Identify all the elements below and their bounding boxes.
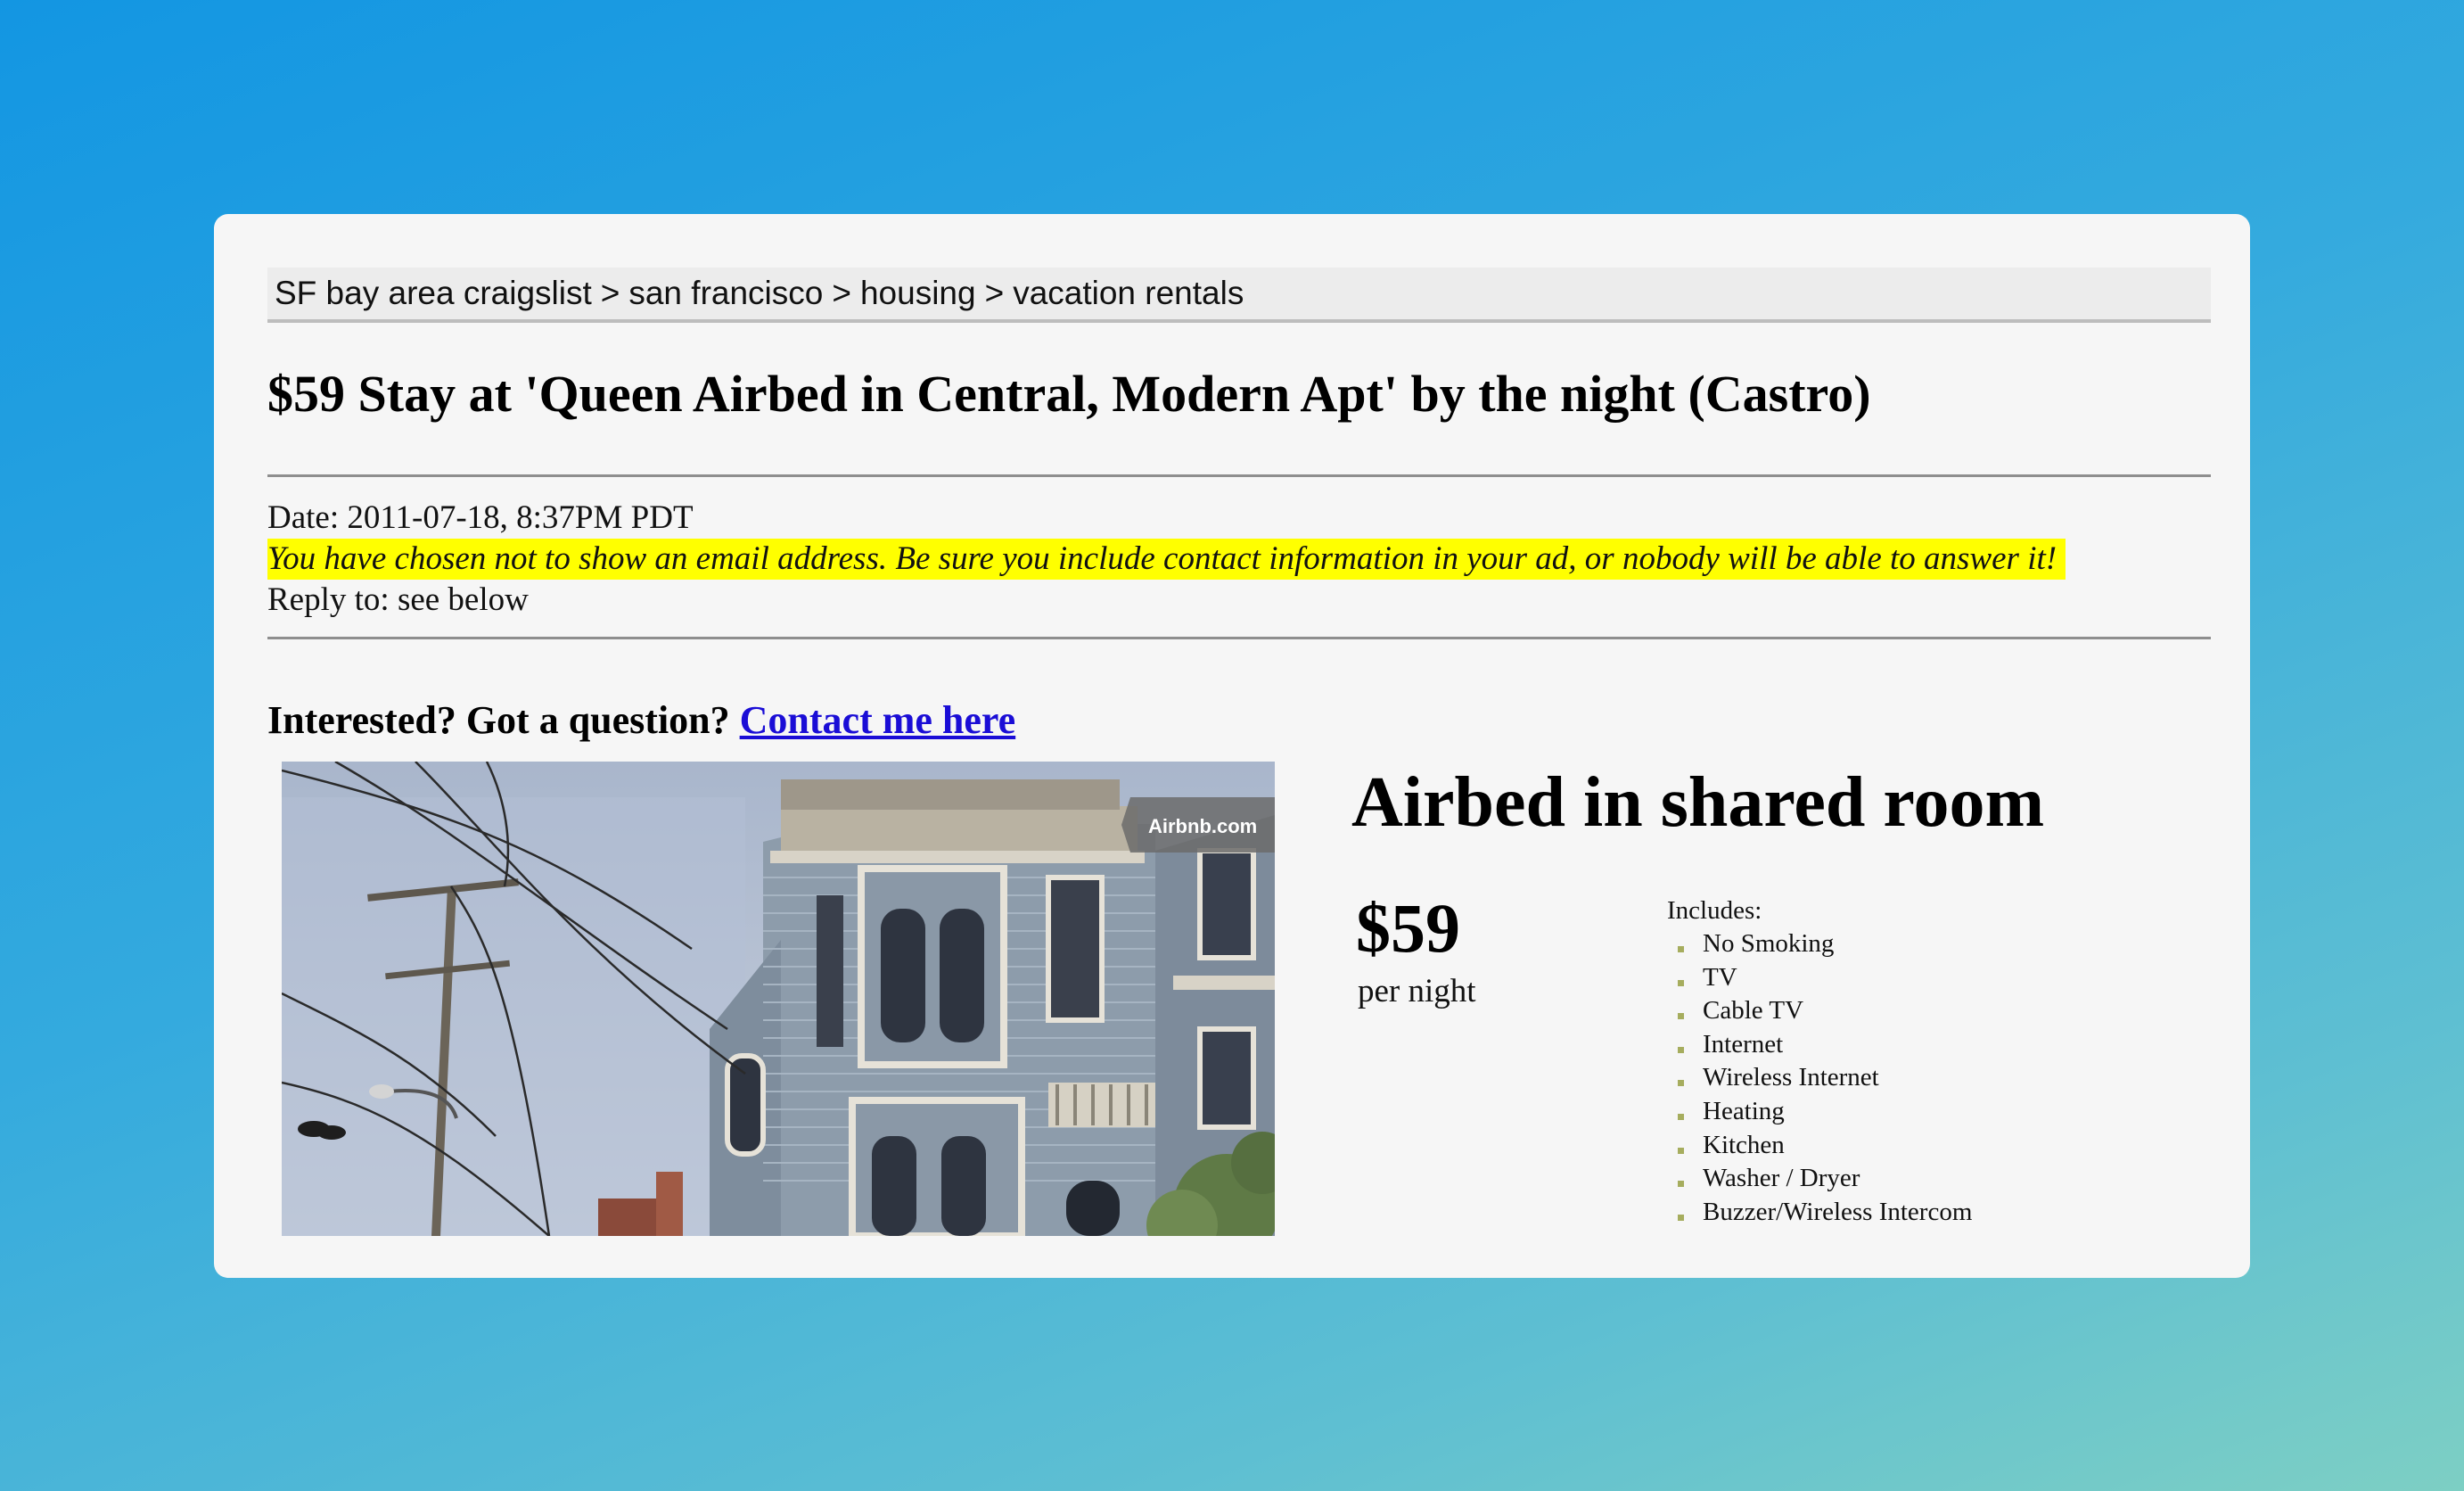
amenity-label: Internet bbox=[1703, 1029, 1784, 1059]
breadcrumb-separator: > bbox=[984, 275, 1005, 311]
listing-card: SF bay area craigslist > san francisco > hou… bbox=[214, 214, 2250, 1278]
amenity-item: No Smoking bbox=[1667, 927, 1972, 961]
listing-price: $59 bbox=[1356, 889, 1460, 967]
post-meta: Date: 2011-07-18, 8:37PM PDT You have ch… bbox=[267, 498, 2066, 621]
amenities-section: Includes: No Smoking TV Cable TV Interne… bbox=[1667, 894, 1972, 1229]
breadcrumb-separator: > bbox=[832, 275, 851, 311]
amenity-item: Washer / Dryer bbox=[1667, 1162, 1972, 1196]
amenity-label: TV bbox=[1703, 962, 1737, 992]
email-warning: You have chosen not to show an email add… bbox=[267, 539, 2066, 580]
breadcrumb-separator: > bbox=[600, 275, 620, 311]
amenity-label: No Smoking bbox=[1703, 929, 1835, 958]
amenity-item: Heating bbox=[1667, 1095, 1972, 1129]
bullet-icon bbox=[1678, 1080, 1684, 1087]
price-unit: per night bbox=[1358, 973, 1476, 1009]
amenity-label: Kitchen bbox=[1703, 1130, 1785, 1159]
amenity-item: Internet bbox=[1667, 1028, 1972, 1062]
amenity-label: Cable TV bbox=[1703, 996, 1804, 1026]
includes-label: Includes: bbox=[1667, 896, 1762, 925]
amenity-item: Kitchen bbox=[1667, 1129, 1972, 1163]
bullet-icon bbox=[1678, 1181, 1684, 1188]
amenity-label: Washer / Dryer bbox=[1703, 1164, 1860, 1193]
contact-link[interactable]: Contact me here bbox=[740, 698, 1016, 742]
reply-to: Reply to: see below bbox=[267, 581, 529, 618]
amenity-label: Wireless Internet bbox=[1703, 1063, 1879, 1092]
amenity-item: Cable TV bbox=[1667, 994, 1972, 1028]
amenity-label: Heating bbox=[1703, 1096, 1785, 1125]
breadcrumb-item-san-francisco[interactable]: san francisco bbox=[628, 275, 823, 311]
breadcrumb-item-craigslist[interactable]: SF bay area craigslist bbox=[275, 275, 592, 311]
breadcrumb: SF bay area craigslist > san francisco > hou… bbox=[267, 268, 2211, 323]
breadcrumb-item-housing[interactable]: housing bbox=[860, 275, 976, 311]
bullet-icon bbox=[1678, 1046, 1684, 1053]
bullet-icon bbox=[1678, 946, 1684, 952]
bullet-icon bbox=[1678, 979, 1684, 986]
bullet-icon bbox=[1678, 1013, 1684, 1020]
amenity-item: TV bbox=[1667, 961, 1972, 995]
bullet-icon bbox=[1678, 1113, 1684, 1120]
post-title: $59 Stay at 'Queen Airbed in Central, Mo… bbox=[267, 365, 1871, 423]
amenities-list: No Smoking TV Cable TV Internet Wireless… bbox=[1667, 927, 1972, 1229]
bullet-icon bbox=[1678, 1214, 1684, 1221]
airbnb-watermark: Airbnb.com bbox=[1148, 815, 1257, 837]
divider bbox=[267, 474, 2211, 477]
amenity-item: Wireless Internet bbox=[1667, 1061, 1972, 1095]
interested-text: Interested? Got a question? bbox=[267, 698, 730, 742]
amenity-item: Buzzer/Wireless Intercom bbox=[1667, 1196, 1972, 1230]
listing-heading: Airbed in shared room bbox=[1351, 763, 2045, 842]
amenity-label: Buzzer/Wireless Intercom bbox=[1703, 1197, 1973, 1226]
bullet-icon bbox=[1678, 1147, 1684, 1154]
listing-photo[interactable]: Airbnb.com bbox=[282, 762, 1275, 1236]
post-date: Date: 2011-07-18, 8:37PM PDT bbox=[267, 499, 694, 536]
breadcrumb-item-vacation-rentals[interactable]: vacation rentals bbox=[1013, 275, 1244, 311]
divider bbox=[267, 637, 2211, 639]
contact-prompt: Interested? Got a question? Contact me h… bbox=[267, 696, 1015, 746]
